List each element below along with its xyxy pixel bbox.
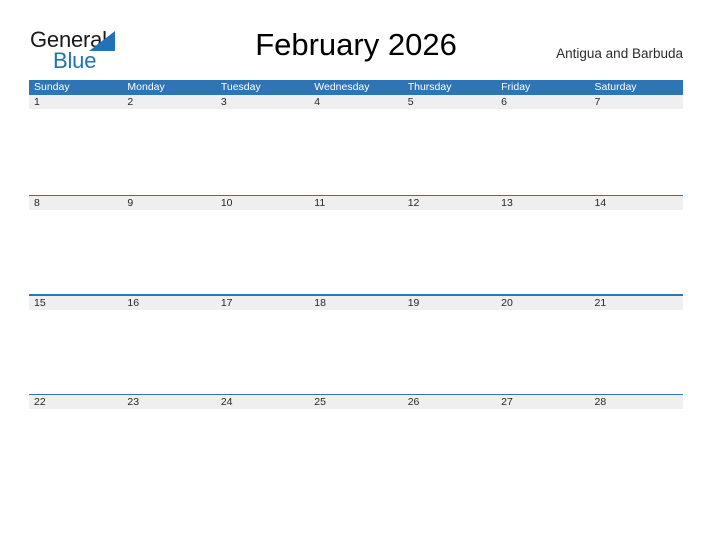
- calendar-week-row: 22 23 24 25 26 27 28: [29, 393, 683, 494]
- day-cell[interactable]: 28: [590, 395, 683, 409]
- day-cell[interactable]: 16: [122, 296, 215, 310]
- calendar-week-row: 8 9 10 11 12 13 14: [29, 194, 683, 295]
- day-cell[interactable]: 5: [403, 95, 496, 109]
- calendar-week-row: 15 16 17 18 19 20 21: [29, 294, 683, 394]
- day-cell[interactable]: 13: [496, 196, 589, 210]
- weekday-header-friday: Friday: [501, 81, 531, 93]
- day-cell[interactable]: 17: [216, 296, 309, 310]
- day-cell[interactable]: 19: [403, 296, 496, 310]
- weekday-header-thursday: Thursday: [407, 81, 452, 93]
- week-number-band: 22 23 24 25 26 27 28: [29, 395, 683, 410]
- page-header: General Blue February 2026 Antigua and B…: [0, 0, 712, 80]
- day-cell[interactable]: 11: [309, 196, 402, 210]
- day-cell[interactable]: 26: [403, 395, 496, 409]
- weekday-header-row: Sunday Monday Tuesday Wednesday Thursday…: [29, 80, 683, 95]
- day-cell[interactable]: 18: [309, 296, 402, 310]
- weekday-header-sunday: Sunday: [34, 81, 70, 93]
- day-cell[interactable]: 23: [122, 395, 215, 409]
- day-cell[interactable]: 9: [122, 196, 215, 210]
- day-cell[interactable]: 3: [216, 95, 309, 109]
- day-cell[interactable]: 14: [590, 196, 683, 210]
- weekday-header-saturday: Saturday: [594, 81, 637, 93]
- week-number-band: 1 2 3 4 5 6 7: [29, 95, 683, 109]
- calendar-week-row: 1 2 3 4 5 6 7: [29, 95, 683, 195]
- day-cell[interactable]: 21: [590, 296, 683, 310]
- calendar-grid: Sunday Monday Tuesday Wednesday Thursday…: [29, 80, 683, 493]
- day-cell[interactable]: 24: [216, 395, 309, 409]
- day-cell[interactable]: 10: [216, 196, 309, 210]
- weekday-header-monday: Monday: [127, 81, 165, 93]
- day-cell[interactable]: 6: [496, 95, 589, 109]
- day-cell[interactable]: 20: [496, 296, 589, 310]
- week-number-band: 15 16 17 18 19 20 21: [29, 295, 683, 310]
- day-cell[interactable]: 8: [29, 196, 122, 210]
- day-cell[interactable]: 25: [309, 395, 402, 409]
- day-cell[interactable]: 7: [590, 95, 683, 109]
- day-cell[interactable]: 2: [122, 95, 215, 109]
- week-number-band: 8 9 10 11 12 13 14: [29, 196, 683, 211]
- day-cell[interactable]: 12: [403, 196, 496, 210]
- day-cell[interactable]: 22: [29, 395, 122, 409]
- weekday-header-tuesday: Tuesday: [220, 81, 261, 93]
- region-label: Antigua and Barbuda: [556, 46, 683, 61]
- day-cell[interactable]: 1: [29, 95, 122, 109]
- day-cell[interactable]: 15: [29, 296, 122, 310]
- day-cell[interactable]: 4: [309, 95, 402, 109]
- day-cell[interactable]: 27: [496, 395, 589, 409]
- weekday-header-wednesday: Wednesday: [314, 81, 370, 93]
